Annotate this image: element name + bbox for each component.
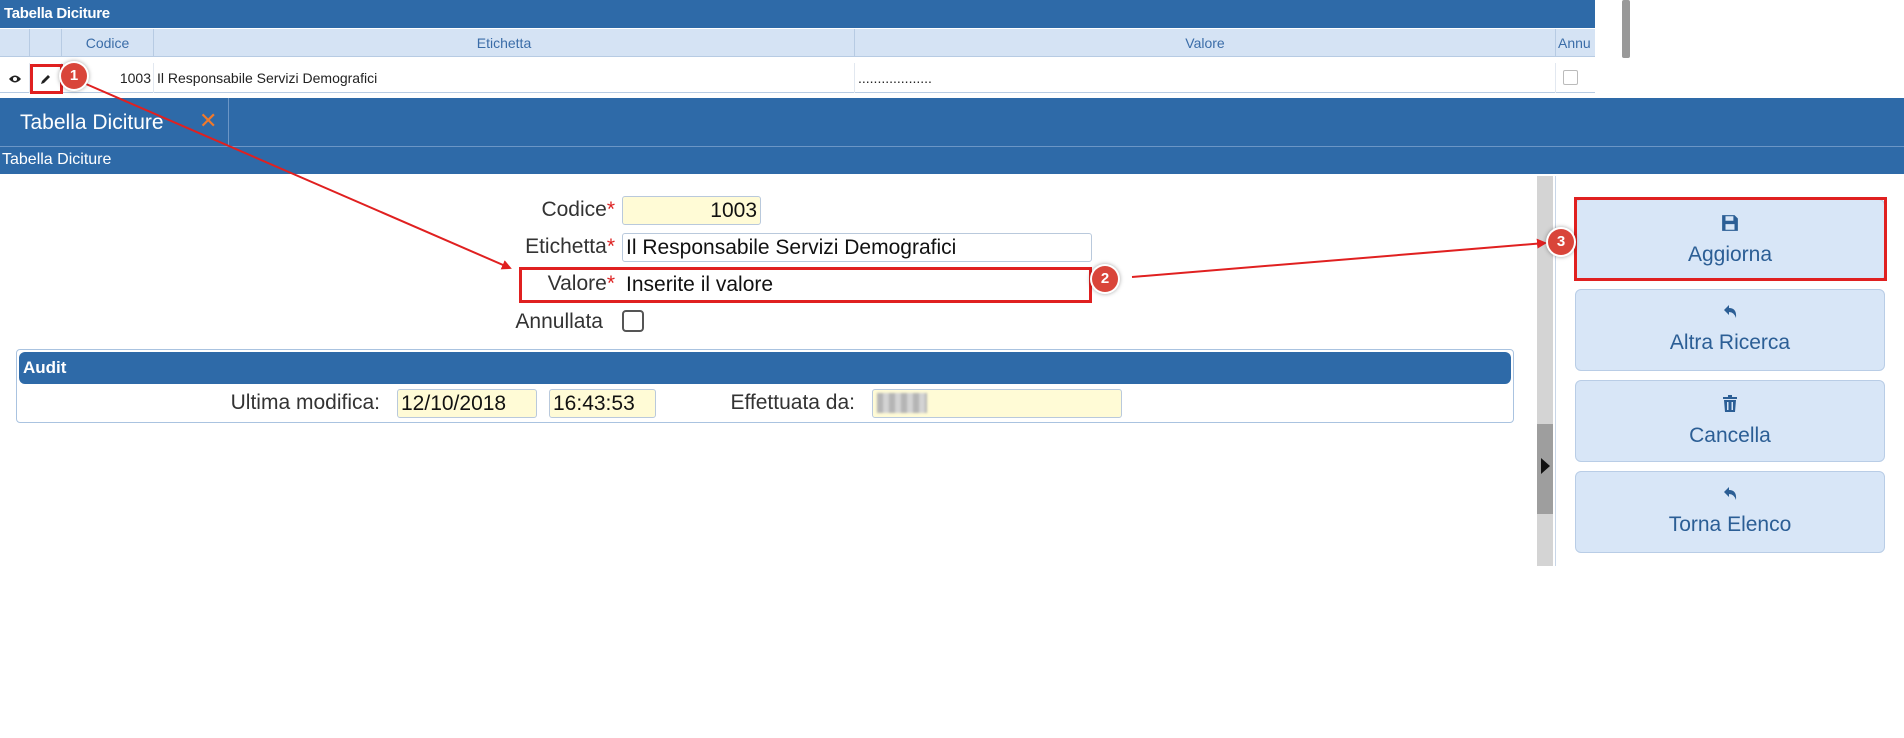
annotation-badge-3: 3 [1548,229,1574,255]
annotation-arrow-2 [1131,238,1547,278]
annotation-arrow-1 [85,83,512,270]
annotation-badge-2: 2 [1092,266,1118,292]
annotation-arrows [85,83,1547,278]
annotation-badge-1: 1 [61,63,87,89]
